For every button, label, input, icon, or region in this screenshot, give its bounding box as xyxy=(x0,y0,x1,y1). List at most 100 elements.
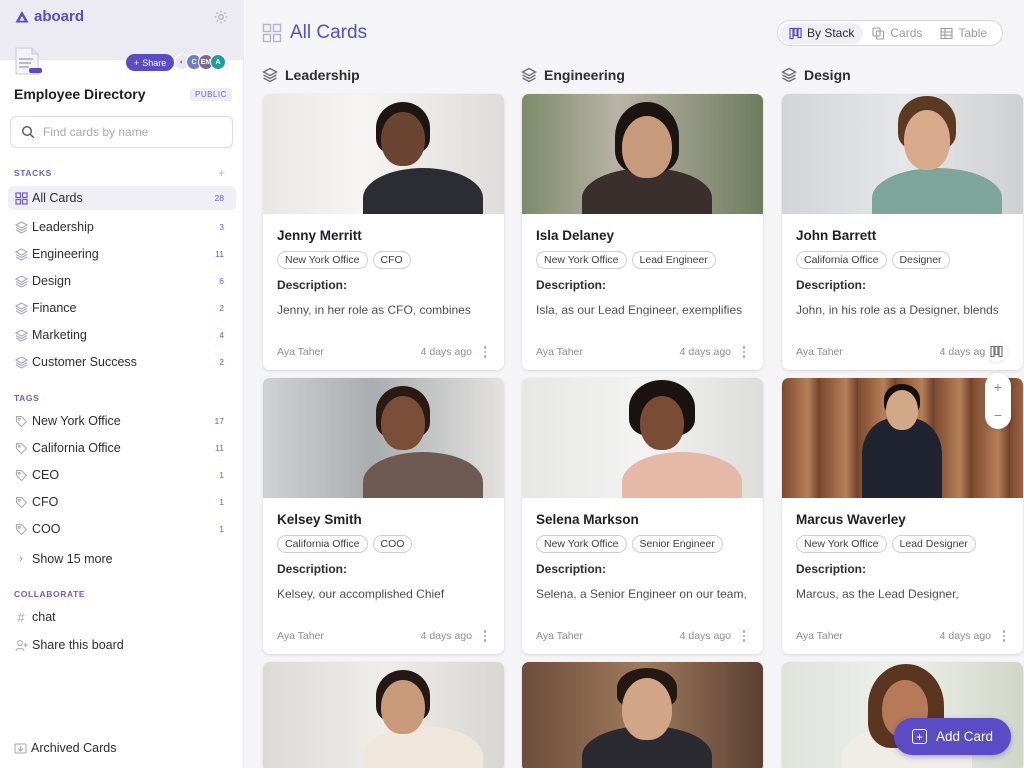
plus-icon: + xyxy=(911,729,927,744)
more-options-icon[interactable] xyxy=(739,346,749,358)
sidebar-item-count: 4 xyxy=(219,330,224,340)
page-title-text: All Cards xyxy=(290,22,368,43)
collaborator-avatars[interactable]: ◐ C EM A xyxy=(174,54,226,70)
hash-icon: # xyxy=(17,609,25,625)
sidebar-tag-coo[interactable]: COO 1 xyxy=(8,517,236,541)
more-options-icon[interactable] xyxy=(480,346,490,358)
sidebar-item-engineering[interactable]: Engineering 11 xyxy=(8,242,236,266)
card-tag[interactable]: CFO xyxy=(372,251,411,269)
sidebar-item-leadership[interactable]: Leadership 3 xyxy=(8,215,236,239)
card-tag[interactable]: New York Office xyxy=(277,251,368,269)
sidebar-item-count: 3 xyxy=(219,222,224,232)
zoom-out-button[interactable]: − xyxy=(994,407,1002,423)
card-photo xyxy=(263,378,504,498)
card-title: Isla Delaney xyxy=(536,228,615,243)
description-label: Description: xyxy=(796,562,867,576)
app-logo-text: aboard xyxy=(34,8,85,25)
card-photo xyxy=(522,378,763,498)
show-more-tags[interactable]: › Show 15 more xyxy=(8,547,236,571)
card-tag[interactable]: California Office xyxy=(796,251,887,269)
search-icon xyxy=(21,125,35,139)
column-header-design[interactable]: Design xyxy=(781,67,851,83)
board-title: Employee Directory xyxy=(14,86,146,102)
card-tag[interactable]: COO xyxy=(372,535,413,553)
search-field[interactable] xyxy=(10,116,233,148)
sidebar-tag-cfo[interactable]: CFO 1 xyxy=(8,490,236,514)
view-cards-button[interactable]: Cards xyxy=(863,23,931,44)
sidebar-tag-ceo[interactable]: CEO 1 xyxy=(8,463,236,487)
card-tag[interactable]: California Office xyxy=(277,535,368,553)
sidebar-item-label: Engineering xyxy=(32,247,99,261)
stack-icon xyxy=(14,247,28,261)
gear-icon[interactable] xyxy=(213,9,229,25)
add-stack-icon[interactable]: + xyxy=(218,166,225,180)
card-kelsey-smith[interactable]: Kelsey Smith California Office COO Descr… xyxy=(263,378,504,654)
sidebar-item-marketing[interactable]: Marketing 4 xyxy=(8,323,236,347)
column-title: Leadership xyxy=(285,67,360,83)
card-tag[interactable]: New York Office xyxy=(536,251,627,269)
card-title: Selena Markson xyxy=(536,512,639,527)
card-isla-delaney[interactable]: Isla Delaney New York Office Lead Engine… xyxy=(522,94,763,370)
archived-cards-link[interactable]: Archived Cards xyxy=(14,741,116,755)
column-header-leadership[interactable]: Leadership xyxy=(262,67,360,83)
card-date: 4 days ago xyxy=(420,630,472,642)
archived-cards-label: Archived Cards xyxy=(31,741,117,755)
sidebar-tag-new-york-office[interactable]: New York Office 17 xyxy=(8,409,236,433)
sidebar-item-label: Design xyxy=(32,274,71,288)
card-partial[interactable] xyxy=(522,662,763,768)
more-options-icon[interactable] xyxy=(739,630,749,642)
stack-icon xyxy=(781,67,797,83)
card-tag[interactable]: Senior Engineer xyxy=(631,535,723,553)
tag-icon xyxy=(14,522,28,536)
card-tag[interactable]: Lead Designer xyxy=(891,535,976,553)
sidebar-item-share-board[interactable]: Share this board xyxy=(8,633,236,657)
sidebar: aboard + Share ◐ C EM A Employee Directo… xyxy=(0,0,244,768)
share-button-label: Share xyxy=(142,57,167,68)
sidebar-item-finance[interactable]: Finance 2 xyxy=(8,296,236,320)
sidebar-tag-california-office[interactable]: California Office 11 xyxy=(8,436,236,460)
collaborate-section-label: COLLABORATE xyxy=(14,589,86,599)
card-john-barrett[interactable]: John Barrett California Office Designer … xyxy=(782,94,1023,370)
sidebar-item-customer-success[interactable]: Customer Success 2 xyxy=(8,350,236,374)
search-input[interactable] xyxy=(43,125,223,139)
view-cards-label: Cards xyxy=(890,26,923,40)
view-by-stack-button[interactable]: By Stack xyxy=(780,22,864,44)
card-photo xyxy=(522,662,763,768)
sidebar-item-all-cards[interactable]: All Cards 28 xyxy=(8,186,236,210)
card-tag[interactable]: Designer xyxy=(891,251,950,269)
card-tag[interactable]: New York Office xyxy=(536,535,627,553)
column-header-engineering[interactable]: Engineering xyxy=(521,67,625,83)
stack-icon xyxy=(262,67,278,83)
description-label: Description: xyxy=(536,278,607,292)
card-jenny-merritt[interactable]: Jenny Merritt New York Office CFO Descri… xyxy=(263,94,504,370)
share-button[interactable]: + Share xyxy=(126,54,175,71)
more-options-icon[interactable] xyxy=(999,630,1009,642)
sidebar-item-count: 17 xyxy=(214,416,224,426)
archive-icon xyxy=(14,742,27,754)
card-author: Aya Taher xyxy=(277,630,324,642)
card-date: 4 days ago xyxy=(939,346,991,358)
card-photo xyxy=(782,94,1023,214)
card-description: John, in his role as a Designer, blends … xyxy=(796,302,1009,322)
aboard-logo-icon xyxy=(15,10,29,22)
minimap-toggle[interactable] xyxy=(985,340,1007,362)
card-tag[interactable]: Lead Engineer xyxy=(631,251,716,269)
app-logo[interactable]: aboard xyxy=(14,8,229,25)
sidebar-item-chat[interactable]: # chat xyxy=(8,605,236,629)
sidebar-item-label: California Office xyxy=(32,441,121,455)
description-label: Description: xyxy=(277,278,348,292)
view-table-button[interactable]: Table xyxy=(931,23,996,44)
card-selena-markson[interactable]: Selena Markson New York Office Senior En… xyxy=(522,378,763,654)
sidebar-item-count: 11 xyxy=(215,443,224,453)
stack-icon xyxy=(14,274,28,288)
stack-icon xyxy=(14,220,28,234)
sidebar-item-design[interactable]: Design 6 xyxy=(8,269,236,293)
zoom-in-button[interactable]: + xyxy=(994,379,1002,395)
add-card-button[interactable]: + Add Card xyxy=(894,718,1011,755)
card-tag[interactable]: New York Office xyxy=(796,535,887,553)
more-options-icon[interactable] xyxy=(480,630,490,642)
card-description: Isla, as our Lead Engineer, exemplifies … xyxy=(536,302,749,322)
card-partial[interactable] xyxy=(263,662,504,768)
tag-icon xyxy=(14,414,28,428)
column-title: Engineering xyxy=(544,67,625,83)
